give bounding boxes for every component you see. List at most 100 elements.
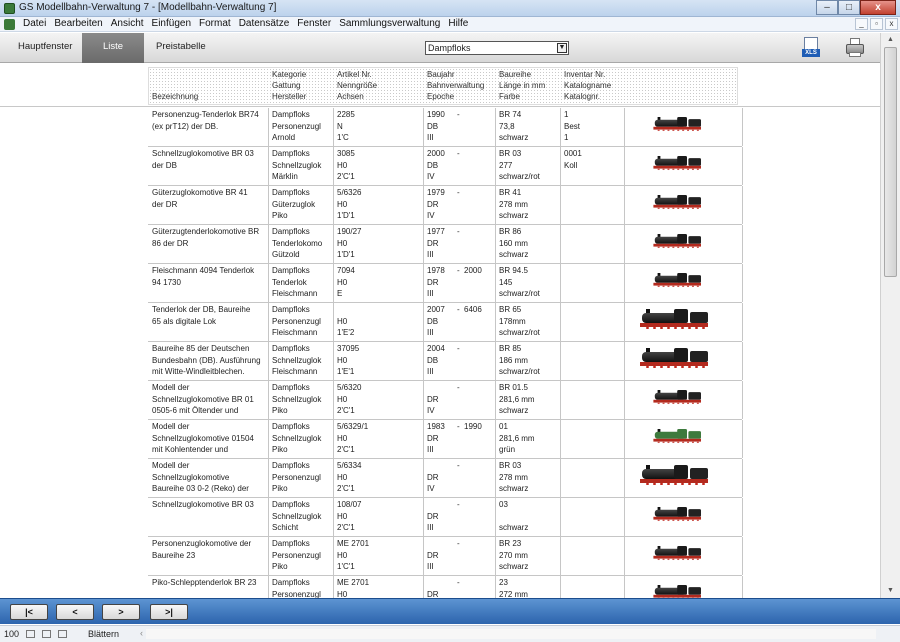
cell-name: Baureihe 85 der Deutschen Bundesbahn (DB)… <box>152 344 261 376</box>
locomotive-thumbnail[interactable] <box>628 307 742 337</box>
header-inventory[interactable]: Inventar Nr. Katalogname Katalognr. <box>564 69 611 102</box>
year-range-separator: - <box>457 461 460 470</box>
cell-name: Modell der Schnellzuglokomotive 01504 mit … <box>152 422 254 454</box>
table-row[interactable]: Schnellzuglokomotive BR 03 der DB Dampflok… <box>0 147 880 186</box>
locomotive-thumbnail[interactable] <box>628 502 742 532</box>
locomotive-thumbnail[interactable] <box>628 112 742 142</box>
mdi-close-button[interactable]: x <box>885 18 898 30</box>
menu-ansicht[interactable]: Ansicht <box>111 18 144 29</box>
cell-name: Personenzug-Tenderlok BR74 (ex prT12) der… <box>152 110 259 131</box>
header-category[interactable]: Kategorie Gattung Hersteller <box>272 69 306 102</box>
header-series[interactable]: Baureihe Länge in mm Farbe <box>499 69 545 102</box>
toolbar: Hauptfenster Liste Preistabelle Dampflok… <box>0 33 880 63</box>
cell-name: Fleischmann 4094 Tenderlok 94 1730 <box>152 266 255 287</box>
cell-name: Schnellzuglokomotive BR 03 der DB <box>152 149 254 170</box>
mode-label: Blättern <box>88 629 120 639</box>
locomotive-thumbnail[interactable] <box>628 580 742 598</box>
window-title: GS Modellbahn-Verwaltung 7 - [Modellbahn… <box>19 2 277 13</box>
year-range-separator: - <box>457 188 460 197</box>
maximize-button[interactable]: □ <box>838 0 860 15</box>
table-row[interactable]: Tenderlok der DB, Baureihe 65 als digital… <box>0 303 880 342</box>
cell-article: 5/6334 H0 2'C'1 <box>337 461 362 493</box>
mdi-restore-button[interactable]: ▫ <box>870 18 883 30</box>
menu-sammlungsverwaltung[interactable]: Sammlungsverwaltung <box>339 18 440 29</box>
locomotive-thumbnail[interactable] <box>628 424 742 454</box>
scroll-up-icon[interactable]: ▲ <box>883 34 898 46</box>
zoom-out-icon[interactable] <box>26 630 35 638</box>
locomotive-thumbnail[interactable] <box>628 541 742 571</box>
cell-article: 3085 H0 2'C'1 <box>337 149 355 181</box>
vertical-scrollbar[interactable]: ▲ ▼ <box>880 33 900 598</box>
cell-series: BR 03 277 schwarz/rot <box>499 149 540 181</box>
menu-format[interactable]: Format <box>199 18 231 29</box>
tab-hauptfenster[interactable]: Hauptfenster <box>8 33 82 63</box>
table-row[interactable]: Modell der Schnellzuglokomotive 01504 mit … <box>0 420 880 459</box>
menu-fenster[interactable]: Fenster <box>297 18 331 29</box>
scroll-left-icon[interactable]: ‹ <box>140 628 143 638</box>
header-article[interactable]: Artikel Nr. Nenngröße Achsen <box>337 69 377 102</box>
table-row[interactable]: Piko-Schlepptenderlok BR 23 Dampfloks Pers… <box>0 576 880 598</box>
locomotive-thumbnail[interactable] <box>628 229 742 259</box>
cell-inventory <box>564 577 622 598</box>
horizontal-scrollbar[interactable] <box>146 629 876 639</box>
chevron-down-icon[interactable]: ▼ <box>557 43 567 53</box>
table-row[interactable]: Güterzugtenderlokomotive BR 86 der DR Damp… <box>0 225 880 264</box>
first-record-button[interactable]: |< <box>10 604 48 620</box>
table-row[interactable]: Güterzuglokomotive BR 41 der DR Dampfloks G… <box>0 186 880 225</box>
cell-series: BR 94.5 145 schwarz/rot <box>499 266 540 298</box>
cell-category: Dampfloks Schnellzuglok Märklin <box>272 149 322 181</box>
cell-inventory <box>564 343 622 378</box>
cell-name: Tenderlok der DB, Baureihe 65 als digital… <box>152 305 251 326</box>
cell-category: Dampfloks Schnellzuglok Piko <box>272 422 322 454</box>
tab-preistabelle[interactable]: Preistabelle <box>146 33 216 63</box>
year-range-separator: - <box>457 110 460 119</box>
layout-toggle-icon[interactable] <box>58 630 67 638</box>
year-range-separator: - <box>457 422 460 431</box>
zoom-in-icon[interactable] <box>42 630 51 638</box>
printer-icon[interactable] <box>845 38 865 58</box>
cell-category: Dampfloks Personenzugl Piko <box>272 539 321 571</box>
cell-inventory: 1 Best 1 <box>564 110 581 142</box>
mdi-minimize-button[interactable]: _ <box>855 18 868 30</box>
records-list[interactable]: Personenzug-Tenderlok BR74 (ex prT12) der… <box>0 108 880 598</box>
last-record-button[interactable]: >| <box>150 604 188 620</box>
document-icon[interactable] <box>4 19 15 30</box>
previous-record-button[interactable]: < <box>56 604 94 620</box>
close-button[interactable]: x <box>860 0 896 15</box>
locomotive-thumbnail[interactable] <box>628 268 742 298</box>
next-record-button[interactable]: > <box>102 604 140 620</box>
excel-export-label: XLS <box>802 49 820 57</box>
table-row[interactable]: Personenzug-Tenderlok BR74 (ex prT12) der… <box>0 108 880 147</box>
scroll-thumb[interactable] <box>884 47 897 277</box>
locomotive-thumbnail[interactable] <box>628 346 742 376</box>
table-row[interactable]: Schnellzuglokomotive BR 03 Dampfloks Schne… <box>0 498 880 537</box>
table-row[interactable]: Modell der Schnellzuglokomotive Baureihe 0… <box>0 459 880 498</box>
cell-inventory <box>564 421 622 456</box>
table-row[interactable]: Fleischmann 4094 Tenderlok 94 1730 Dampflo… <box>0 264 880 303</box>
table-row[interactable]: Personenzuglokomotive der Baureihe 23 Damp… <box>0 537 880 576</box>
cell-article: 5/6326 H0 1'D'1 <box>337 188 362 220</box>
menu-hilfe[interactable]: Hilfe <box>448 18 468 29</box>
category-select[interactable]: Dampfloks ▼ <box>425 41 569 55</box>
excel-export-icon[interactable]: XLS <box>802 37 820 59</box>
cell-category: Dampfloks Personenzugl <box>272 578 321 598</box>
menu-einfuegen[interactable]: Einfügen <box>152 18 191 29</box>
header-name[interactable]: Bezeichnung <box>152 69 198 102</box>
cell-category: Dampfloks Tenderlok Fleischmann <box>272 266 318 298</box>
locomotive-thumbnail[interactable] <box>628 463 742 493</box>
cell-article: 5/6320 H0 2'C'1 <box>337 383 362 415</box>
table-row[interactable]: Baureihe 85 der Deutschen Bundesbahn (DB)… <box>0 342 880 381</box>
menu-datensaetze[interactable]: Datensätze <box>239 18 290 29</box>
minimize-button[interactable]: – <box>816 0 838 15</box>
year-range-separator: - <box>457 266 460 275</box>
tab-liste[interactable]: Liste <box>82 33 144 63</box>
scroll-down-icon[interactable]: ▼ <box>883 585 898 597</box>
cell-year: 1979 DR IV <box>427 188 445 220</box>
menu-bearbeiten[interactable]: Bearbeiten <box>54 18 102 29</box>
locomotive-thumbnail[interactable] <box>628 190 742 220</box>
table-row[interactable]: Modell der Schnellzuglokomotive BR 01 0505… <box>0 381 880 420</box>
locomotive-thumbnail[interactable] <box>628 385 742 415</box>
header-year[interactable]: Baujahr Bahnverwaltung Epoche <box>427 69 484 102</box>
locomotive-thumbnail[interactable] <box>628 151 742 181</box>
menu-datei[interactable]: Datei <box>23 18 46 29</box>
